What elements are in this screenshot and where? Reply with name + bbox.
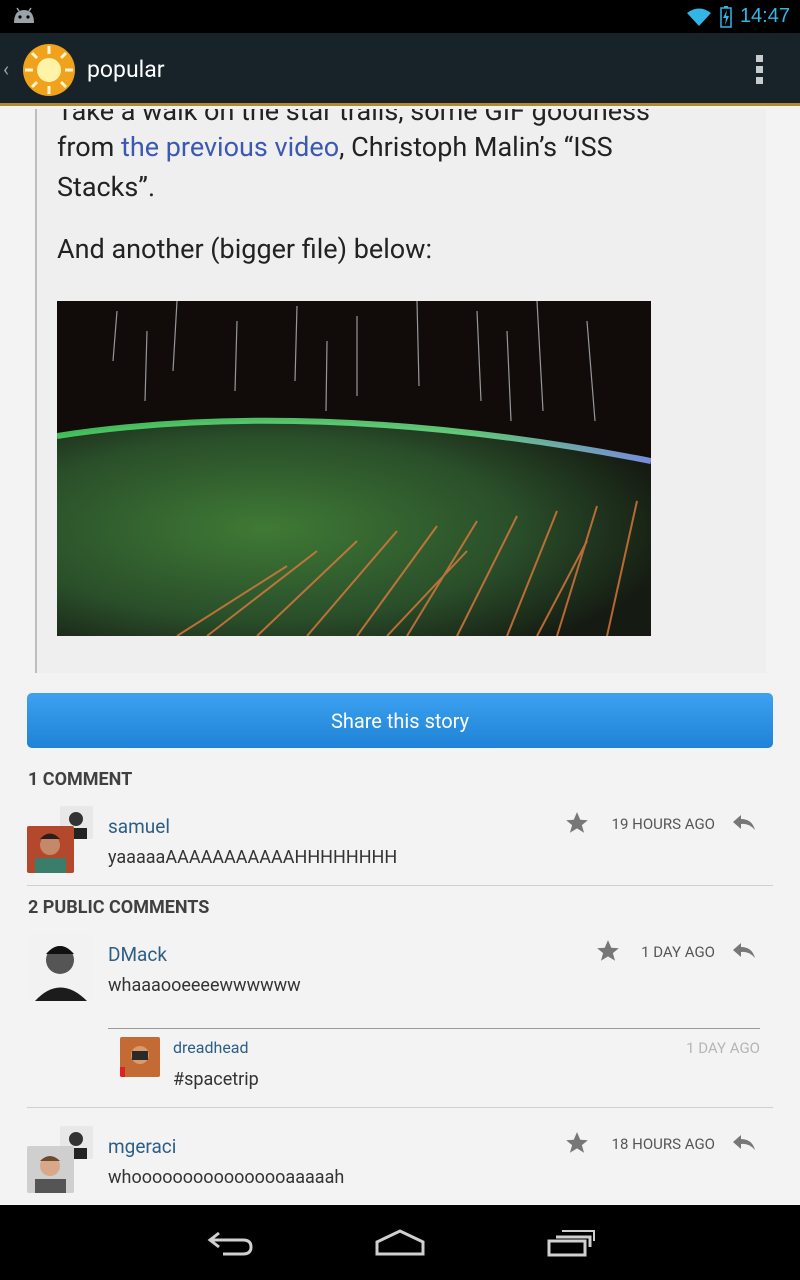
star-trails-image[interactable] <box>57 301 651 636</box>
divider <box>27 1107 773 1108</box>
comment-timestamp: 1 DAY AGO <box>641 943 715 961</box>
story-text-cut-line: Take a walk on the star trails, some GIF… <box>57 109 650 127</box>
avatar[interactable] <box>120 1037 160 1077</box>
story-paragraph: from the previous video, Christoph Malin… <box>57 131 613 203</box>
reply-icon[interactable] <box>731 1132 757 1154</box>
comment-timestamp: 19 HOURS AGO <box>611 815 715 833</box>
android-debug-icon <box>14 7 34 23</box>
previous-video-link[interactable]: the previous video <box>121 131 339 163</box>
avatar[interactable] <box>27 1146 74 1193</box>
screen: 14:47 ‹ popular Take a walk on the star … <box>0 0 800 1280</box>
comment-username[interactable]: DMack <box>108 943 167 966</box>
reply-username[interactable]: dreadhead <box>173 1038 249 1057</box>
app-logo-icon[interactable] <box>22 43 76 97</box>
story-paragraph-2: And another (bigger file) below: <box>57 233 432 265</box>
back-nav-icon[interactable] <box>205 1227 255 1257</box>
overflow-menu-icon[interactable] <box>756 55 764 85</box>
navigation-bar <box>0 1205 800 1280</box>
comment-text: whoooooooooooooooaaaaah <box>108 1167 345 1188</box>
clock: 14:47 <box>739 5 790 27</box>
comments-header: 1 COMMENT <box>28 769 133 790</box>
comment-username[interactable]: samuel <box>108 815 170 838</box>
home-nav-icon[interactable] <box>374 1227 426 1257</box>
reply-text: #spacetrip <box>173 1069 259 1090</box>
reply-icon[interactable] <box>731 812 757 834</box>
reply-divider <box>108 1028 760 1029</box>
wifi-icon <box>686 8 711 26</box>
comment-timestamp: 18 HOURS AGO <box>611 1135 715 1153</box>
public-comments-header: 2 PUBLIC COMMENTS <box>28 897 210 918</box>
avatar[interactable] <box>27 934 94 1001</box>
screen-title: popular <box>87 56 165 83</box>
back-caret-icon[interactable]: ‹ <box>3 57 9 81</box>
avatar[interactable] <box>27 826 74 873</box>
reply-timestamp: 1 DAY AGO <box>686 1039 760 1057</box>
action-bar: ‹ popular <box>0 33 800 106</box>
comment-text: yaaaaaAAAAAAAAAAAHHHHHHHH <box>108 847 398 868</box>
reply-icon[interactable] <box>731 940 757 962</box>
recent-apps-nav-icon[interactable] <box>546 1227 596 1257</box>
comment-text: whaaaooeeeewwwwww <box>108 975 301 996</box>
status-bar: 14:47 <box>0 0 800 33</box>
battery-charging-icon <box>720 5 732 28</box>
share-story-button[interactable]: Share this story <box>27 693 773 748</box>
story-content: Take a walk on the star trails, some GIF… <box>35 109 766 673</box>
divider <box>27 885 773 886</box>
comment-username[interactable]: mgeraci <box>108 1135 176 1158</box>
